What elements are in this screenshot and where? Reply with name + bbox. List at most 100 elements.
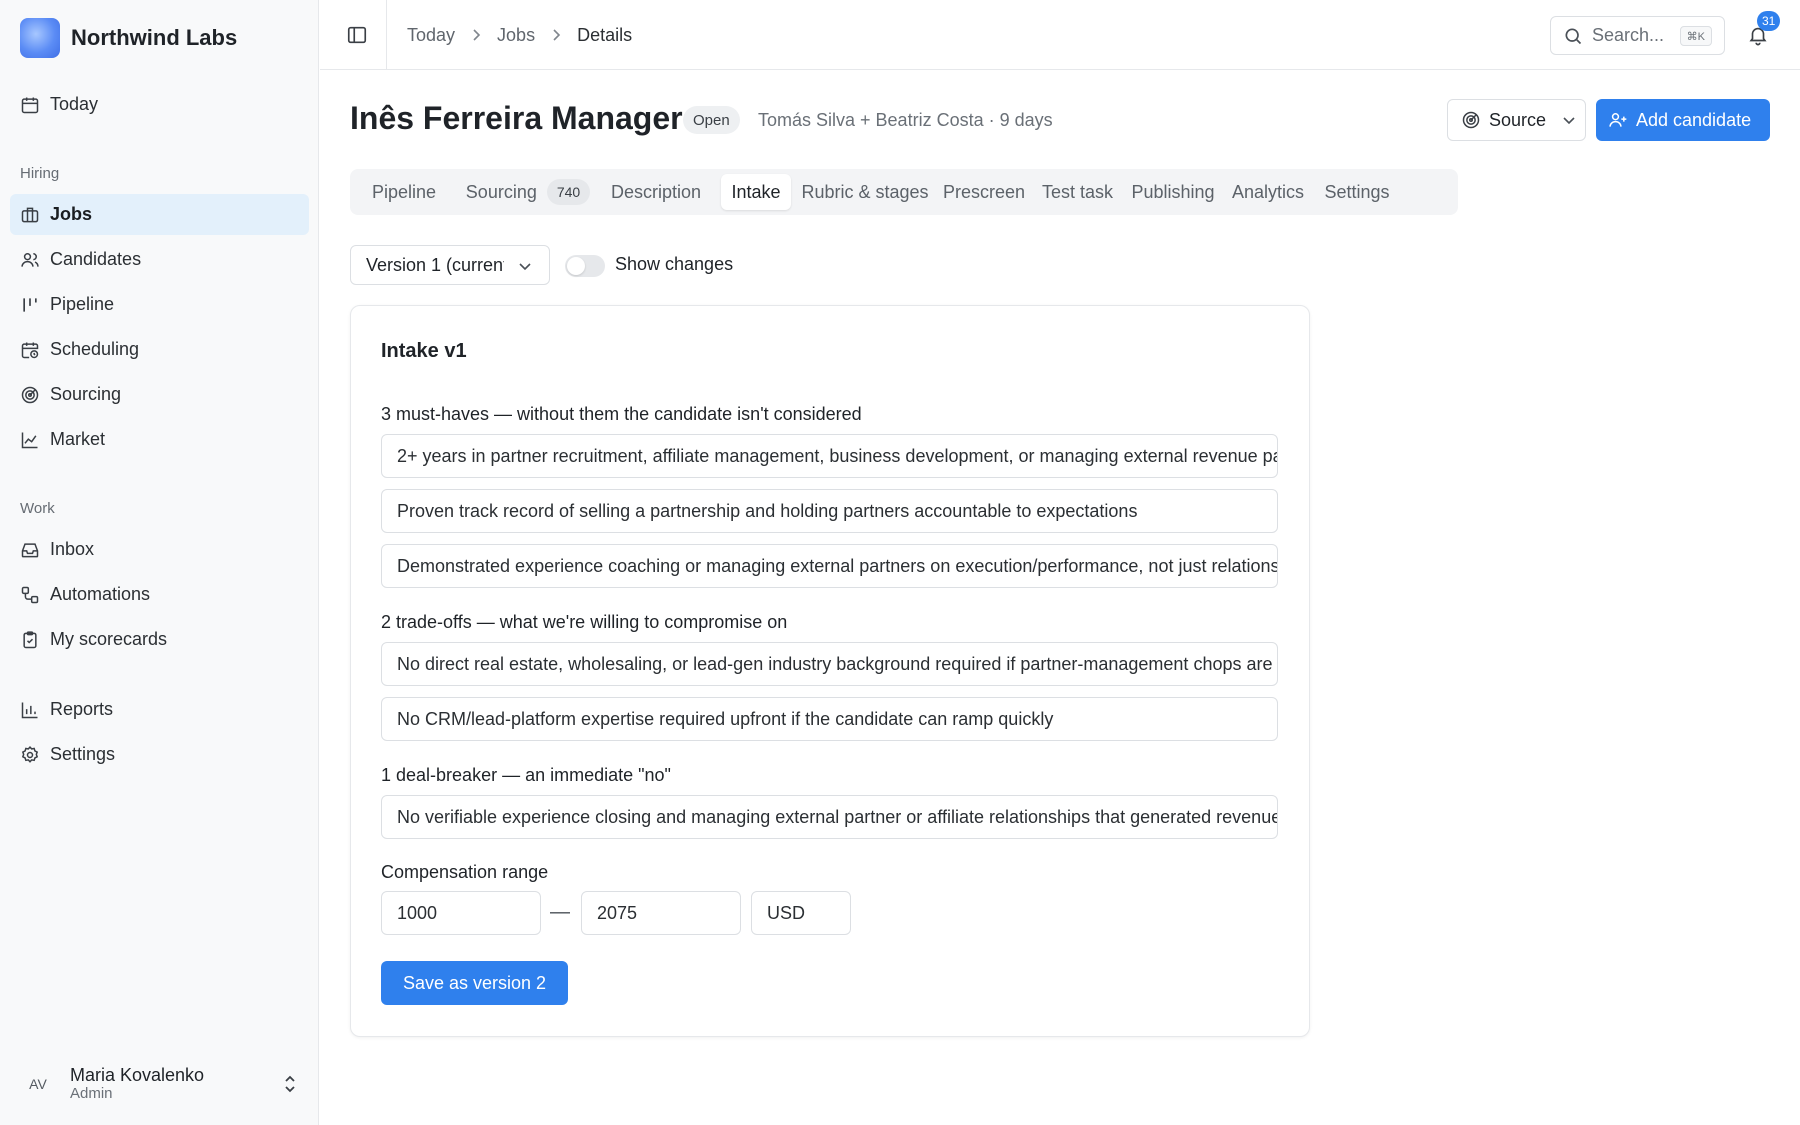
sidebar-item-today[interactable]: Today xyxy=(10,84,309,125)
breadcrumb-today[interactable]: Today xyxy=(407,25,455,46)
breadcrumb-jobs[interactable]: Jobs xyxy=(497,25,535,46)
calendar-icon xyxy=(20,95,40,115)
radar-icon xyxy=(20,385,40,405)
job-meta: Tomás Silva + Beatriz Costa · 9 days xyxy=(758,110,1053,130)
breadcrumb: Today Jobs Details xyxy=(407,0,632,70)
must-have-field[interactable]: Demonstrated experience coaching or mana… xyxy=(381,544,1278,588)
pipeline-icon xyxy=(20,295,40,315)
sidebar-item-label: Settings xyxy=(50,744,116,764)
page-title: Inês Ferreira Manager xyxy=(350,100,683,136)
search-input[interactable]: Search... ⌘K xyxy=(1550,16,1725,55)
brand-name: Northwind Labs xyxy=(71,25,238,50)
sidebar-item-label: Candidates xyxy=(50,249,142,269)
topbar: Today Jobs Details Search... ⌘K 31 xyxy=(320,0,1800,70)
tab-label: Test task xyxy=(1041,181,1114,202)
sidebar-section-work: Work xyxy=(20,500,55,517)
add-candidate-button[interactable]: Add candidate xyxy=(1596,99,1770,141)
must-have-field[interactable]: Proven track record of selling a partner… xyxy=(381,489,1278,533)
notification-count-badge: 31 xyxy=(1757,11,1781,31)
dealbreaker-field[interactable]: No verifiable experience closing and man… xyxy=(381,795,1278,839)
user-role: Admin xyxy=(70,1085,113,1102)
avatar: AV xyxy=(29,1076,47,1092)
sidebar-item-label: Reports xyxy=(50,699,114,719)
tab-analytics[interactable]: Analytics xyxy=(1224,174,1312,210)
tab-pipeline[interactable]: Pipeline xyxy=(355,174,453,210)
sidebar-item-label: Today xyxy=(50,94,99,114)
tab-label: Rubric & stages xyxy=(801,181,929,202)
breadcrumb-details: Details xyxy=(577,24,633,45)
sidebar-item-reports[interactable]: Reports xyxy=(10,689,309,730)
radar-icon xyxy=(1461,110,1481,130)
user-plus-icon xyxy=(1608,110,1628,130)
sidebar-item-scheduling[interactable]: Scheduling xyxy=(10,329,309,370)
sidebar-item-label: Jobs xyxy=(50,204,93,224)
sidebar: Northwind Labs Today Hiring Jobs Candida… xyxy=(0,0,319,1125)
comp-max-field[interactable]: 2075 xyxy=(581,891,741,935)
tab-label: Publishing xyxy=(1131,181,1215,202)
version-select[interactable]: Version 1 (current) xyxy=(350,245,550,285)
user-menu[interactable]: AV Maria Kovalenko Admin xyxy=(20,1062,299,1106)
divider xyxy=(386,0,387,70)
sidebar-toggle-icon[interactable] xyxy=(346,24,368,46)
comp-min-field[interactable]: 1000 xyxy=(381,891,541,935)
calendar-clock-icon xyxy=(20,340,40,360)
sidebar-item-label: Inbox xyxy=(50,539,95,559)
tab-intake[interactable]: Intake xyxy=(721,174,791,210)
tab-settings[interactable]: Settings xyxy=(1318,174,1396,210)
sidebar-item-label: Pipeline xyxy=(50,294,115,314)
tab-publishing[interactable]: Publishing xyxy=(1126,174,1220,210)
chevron-down-icon xyxy=(518,259,532,273)
sidebar-item-sourcing[interactable]: Sourcing xyxy=(10,374,309,415)
tradeoff-field[interactable]: No CRM/lead-platform expertise required … xyxy=(381,697,1278,741)
chevron-right-icon xyxy=(549,28,563,42)
briefcase-icon xyxy=(20,205,40,225)
sidebar-item-label: Sourcing xyxy=(50,384,122,404)
source-button[interactable]: Source xyxy=(1447,99,1586,141)
sidebar-item-market[interactable]: Market xyxy=(10,419,309,460)
tab-label: Settings xyxy=(1324,181,1390,202)
search-shortcut: ⌘K xyxy=(1679,26,1712,46)
sidebar-item-label: Automations xyxy=(50,584,151,604)
tab-label: Description xyxy=(610,181,702,202)
show-changes-label: Show changes xyxy=(615,254,734,274)
must-have-field[interactable]: 2+ years in partner recruitment, affilia… xyxy=(381,434,1278,478)
dealbreaker-label: 1 deal-breaker — an immediate "no" xyxy=(381,765,671,785)
clipboard-check-icon xyxy=(20,630,40,650)
sidebar-item-label: Scheduling xyxy=(50,339,140,359)
user-name: Maria Kovalenko xyxy=(70,1065,205,1085)
tab-test-task[interactable]: Test task xyxy=(1034,174,1121,210)
toggle-knob xyxy=(567,257,585,275)
tab-label: Intake xyxy=(731,181,781,202)
chevron-right-icon xyxy=(469,28,483,42)
tab-bar: Pipeline Sourcing 740 Description Intake … xyxy=(350,169,1458,215)
tab-description[interactable]: Description xyxy=(603,174,709,210)
bar-chart-icon xyxy=(20,700,40,720)
intake-title: Intake v1 xyxy=(381,340,467,362)
search-placeholder: Search... xyxy=(1592,25,1665,45)
currency-field[interactable]: USD xyxy=(751,891,851,935)
inbox-icon xyxy=(20,540,40,560)
tradeoffs-label: 2 trade-offs — what we're willing to com… xyxy=(381,612,788,632)
show-changes-toggle[interactable] xyxy=(565,255,605,277)
sidebar-item-pipeline[interactable]: Pipeline xyxy=(10,284,309,325)
sidebar-item-candidates[interactable]: Candidates xyxy=(10,239,309,280)
tradeoff-field[interactable]: No direct real estate, wholesaling, or l… xyxy=(381,642,1278,686)
tab-count-badge: 740 xyxy=(546,179,591,205)
sidebar-item-inbox[interactable]: Inbox xyxy=(10,529,309,570)
sidebar-item-jobs[interactable]: Jobs xyxy=(10,194,309,235)
tab-label: Sourcing xyxy=(465,181,537,202)
workflow-icon xyxy=(20,585,40,605)
sidebar-item-my-scorecards[interactable]: My scorecards xyxy=(10,619,309,660)
tab-sourcing[interactable]: Sourcing 740 xyxy=(458,174,598,210)
source-button-label: Source xyxy=(1489,109,1547,130)
sidebar-item-label: Market xyxy=(50,429,106,449)
sidebar-item-settings[interactable]: Settings xyxy=(10,734,309,775)
tab-rubric-stages[interactable]: Rubric & stages xyxy=(797,174,933,210)
tab-label: Pipeline xyxy=(371,181,437,202)
sidebar-item-automations[interactable]: Automations xyxy=(10,574,309,615)
sidebar-section-hiring: Hiring xyxy=(20,165,60,182)
users-icon xyxy=(20,250,40,270)
save-version-button[interactable]: Save as version 2 xyxy=(381,961,568,1005)
brand[interactable]: Northwind Labs xyxy=(20,18,237,58)
tab-prescreen[interactable]: Prescreen xyxy=(938,174,1030,210)
